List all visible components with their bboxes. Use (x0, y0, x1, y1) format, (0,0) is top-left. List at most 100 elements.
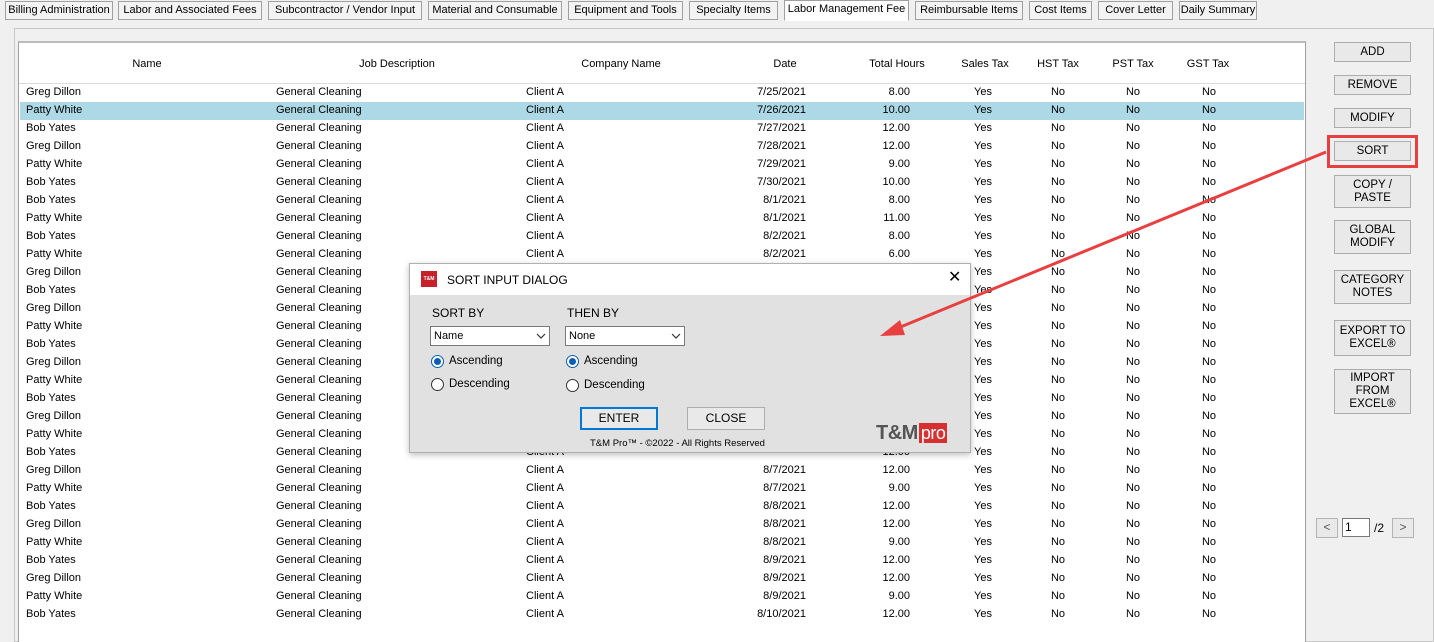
tab-subcontractor-vendor-input[interactable]: Subcontractor / Vendor Input (268, 1, 422, 20)
next-page-button[interactable]: > (1392, 518, 1414, 538)
modify-button[interactable]: MODIFY (1334, 108, 1411, 128)
sales-tax-cell: Yes (974, 230, 992, 242)
name-cell: Patty White (26, 482, 83, 494)
col-name-header[interactable]: Name (87, 58, 207, 70)
table-row[interactable]: Patty White General Cleaning Client A 7/26/… (20, 102, 1304, 120)
name-cell: Patty White (26, 590, 83, 602)
tab-daily-summary[interactable]: Daily Summary (1179, 1, 1257, 20)
job-description-cell: General Cleaning (276, 104, 362, 116)
total-hours-cell: 11.00 (883, 212, 910, 224)
name-cell: Greg Dillon (26, 518, 82, 530)
table-row[interactable]: Bob Yates General Cleaning Client A 8/2/202… (20, 228, 1304, 246)
gst-tax-cell: No (1201, 374, 1217, 386)
table-row[interactable]: Patty White General Cleaning Client A 8/7/2… (20, 480, 1304, 498)
import-from-excel-button[interactable]: IMPORT FROM EXCEL® (1334, 369, 1411, 414)
then-by-ascending-radio[interactable] (566, 355, 579, 368)
sort-by-descending-radio[interactable] (431, 378, 444, 391)
tab-labor-management-fee[interactable]: Labor Management Fee (784, 0, 909, 21)
table-row[interactable]: Patty White General Cleaning Client A 8/9/2… (20, 588, 1304, 606)
pst-tax-cell: No (1125, 284, 1141, 296)
page-number-input[interactable]: 1 (1342, 518, 1370, 537)
total-hours-cell: 12.00 (882, 554, 910, 566)
table-row[interactable]: Patty White General Cleaning Client A 8/8/2… (20, 534, 1304, 552)
company-name-cell: Client A (526, 158, 564, 170)
hst-tax-cell: No (1050, 140, 1066, 152)
table-row[interactable]: Bob Yates General Cleaning Client A 8/8/202… (20, 498, 1304, 516)
table-row[interactable]: Patty White General Cleaning Client A 8/2/2… (20, 246, 1304, 264)
tab-billing-administration[interactable]: Billing Administration (5, 1, 113, 20)
col-job-description-header[interactable]: Job Description (337, 58, 457, 70)
sort-by-descending-label: Descending (449, 378, 510, 390)
close-button[interactable]: CLOSE (687, 407, 765, 430)
gst-tax-cell: No (1201, 248, 1217, 260)
table-row[interactable]: Bob Yates General Cleaning Client A 8/1/202… (20, 192, 1304, 210)
sort-by-ascending-radio[interactable] (431, 355, 444, 368)
table-row[interactable]: Greg Dillon General Cleaning Client A 8/8/2… (20, 516, 1304, 534)
name-cell: Greg Dillon (26, 302, 82, 314)
tm-pro-logo: T&M pro (876, 422, 948, 445)
then-by-select[interactable]: None (565, 326, 685, 346)
add-button[interactable]: ADD (1334, 42, 1411, 62)
table-row[interactable]: Greg Dillon General Cleaning Client A 8/9/2… (20, 570, 1304, 588)
table-row[interactable]: Patty White General Cleaning Client A 7/29/… (20, 156, 1304, 174)
total-hours-cell: 8.00 (888, 194, 910, 206)
table-row[interactable]: Bob Yates General Cleaning Client A 8/9/202… (20, 552, 1304, 570)
remove-button[interactable]: REMOVE (1334, 75, 1411, 95)
tab-equipment-and-tools[interactable]: Equipment and Tools (568, 1, 683, 20)
sales-tax-cell: Yes (974, 554, 992, 566)
prev-page-button[interactable]: < (1316, 518, 1338, 538)
total-hours-cell: 12.00 (882, 608, 910, 620)
brand-main: T&M (876, 422, 918, 444)
pst-tax-cell: No (1125, 86, 1141, 98)
name-cell: Greg Dillon (26, 140, 82, 152)
col-gst-tax-header[interactable]: GST Tax (1148, 58, 1268, 70)
sort-by-select[interactable]: Name (430, 326, 550, 346)
name-cell: Greg Dillon (26, 266, 82, 278)
table-row[interactable]: Bob Yates General Cleaning Client A 7/27/20… (20, 120, 1304, 138)
table-row[interactable]: Patty White General Cleaning Client A 8/1/2… (20, 210, 1304, 228)
tab-reimbursable-items[interactable]: Reimbursable Items (915, 1, 1023, 20)
job-description-cell: General Cleaning (276, 590, 362, 602)
gst-tax-cell: No (1201, 500, 1217, 512)
export-to-excel-button[interactable]: EXPORT TO EXCEL® (1334, 320, 1411, 356)
table-row[interactable]: Greg Dillon General Cleaning Client A 7/25/… (20, 84, 1304, 102)
table-row[interactable]: Bob Yates General Cleaning Client A 8/10/20… (20, 606, 1304, 624)
tab-specialty-items[interactable]: Specialty Items (689, 1, 778, 20)
tab-material-and-consumable[interactable]: Material and Consumable (428, 1, 562, 20)
tab-labor-and-associated-fees[interactable]: Labor and Associated Fees (118, 1, 262, 20)
global-modify-button[interactable]: GLOBAL MODIFY (1334, 220, 1411, 254)
name-cell: Patty White (26, 212, 83, 224)
table-row[interactable]: Greg Dillon General Cleaning Client A 7/28/… (20, 138, 1304, 156)
pst-tax-cell: No (1125, 320, 1141, 332)
tab-cover-letter[interactable]: Cover Letter (1098, 1, 1173, 20)
date-cell: 8/7/2021 (763, 464, 806, 476)
then-by-descending-radio[interactable] (566, 379, 579, 392)
gst-tax-cell: No (1201, 266, 1217, 278)
name-cell: Patty White (26, 248, 83, 260)
col-company-name-header[interactable]: Company Name (561, 58, 681, 70)
tab-cost-items[interactable]: Cost Items (1029, 1, 1092, 20)
category-notes-button[interactable]: CATEGORY NOTES (1334, 270, 1411, 304)
name-cell: Greg Dillon (26, 410, 82, 422)
close-icon[interactable]: ✕ (948, 270, 961, 286)
total-hours-cell: 12.00 (882, 500, 910, 512)
hst-tax-cell: No (1050, 554, 1066, 566)
job-description-cell: General Cleaning (276, 482, 362, 494)
total-hours-cell: 12.00 (882, 572, 910, 584)
hst-tax-cell: No (1050, 500, 1066, 512)
gst-tax-cell: No (1201, 554, 1217, 566)
pst-tax-cell: No (1125, 464, 1141, 476)
copy-paste-button[interactable]: COPY / PASTE (1334, 175, 1411, 208)
table-row[interactable]: Bob Yates General Cleaning Client A 7/30/20… (20, 174, 1304, 192)
then-by-value: None (569, 330, 596, 342)
gst-tax-cell: No (1201, 482, 1217, 494)
hst-tax-cell: No (1050, 194, 1066, 206)
enter-button[interactable]: ENTER (580, 407, 658, 430)
col-date-header[interactable]: Date (725, 58, 845, 70)
hst-tax-cell: No (1050, 356, 1066, 368)
job-description-cell: General Cleaning (276, 212, 362, 224)
gst-tax-cell: No (1201, 104, 1217, 116)
job-description-cell: General Cleaning (276, 140, 362, 152)
table-row[interactable]: Greg Dillon General Cleaning Client A 8/7/2… (20, 462, 1304, 480)
hst-tax-cell: No (1050, 446, 1066, 458)
